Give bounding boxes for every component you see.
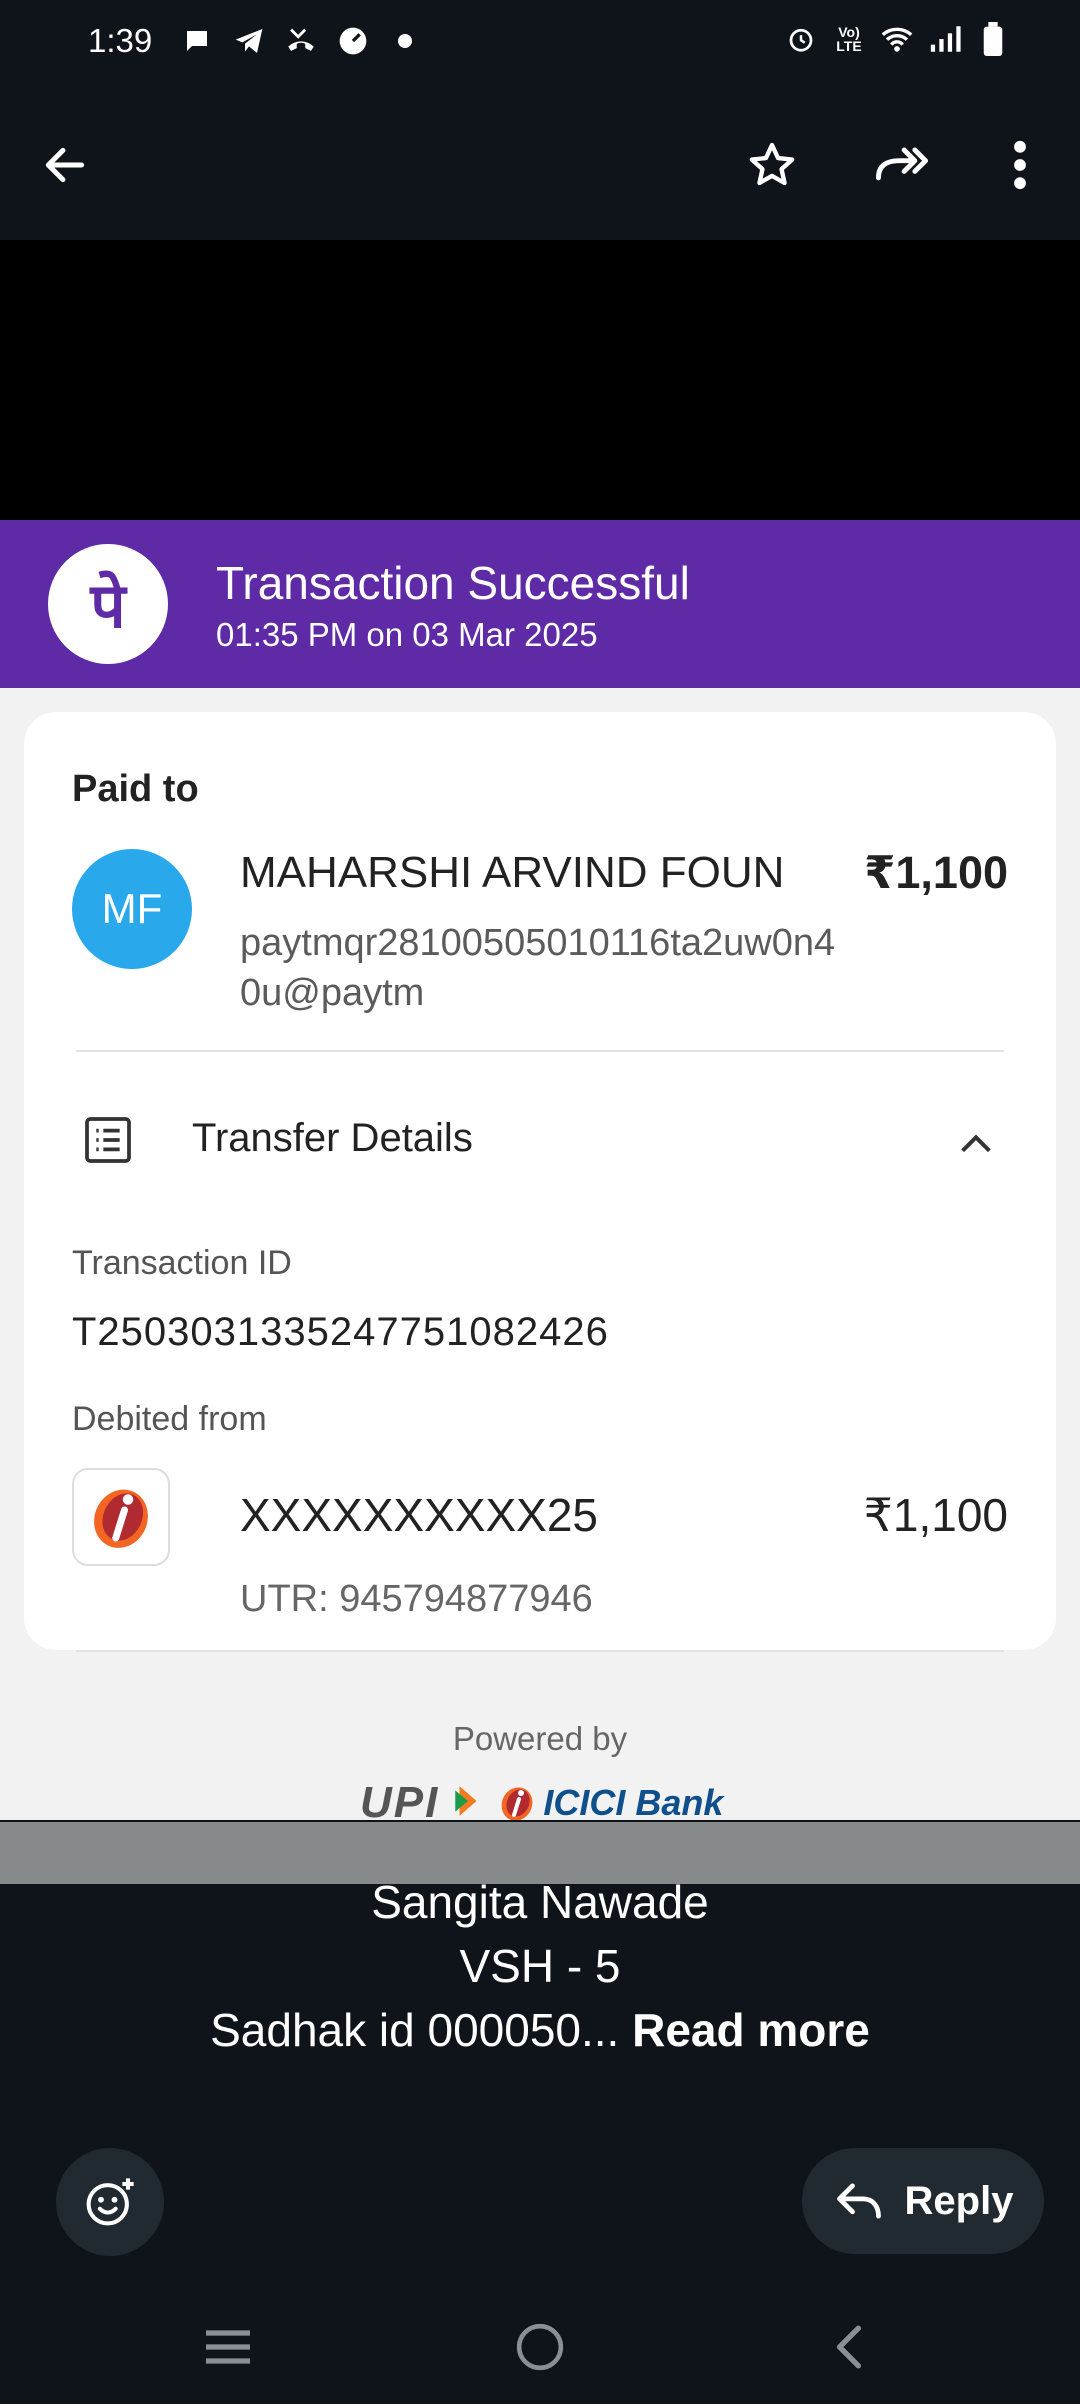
- debited-from-label: Debited from: [72, 1400, 267, 1438]
- upi-id: paytmqr28100505010116ta2uw0n40u@paytm: [240, 922, 836, 1014]
- wifi-icon: [880, 22, 914, 56]
- back-icon: [836, 2325, 862, 2369]
- home-icon: [516, 2323, 564, 2371]
- transaction-id-label: Transaction ID: [72, 1244, 292, 1282]
- account-number: XXXXXXXXXX25: [240, 1489, 598, 1541]
- utr-number: UTR: 945794877946: [240, 1578, 593, 1620]
- reply-button[interactable]: Reply: [802, 2148, 1044, 2254]
- recents-icon: [206, 2330, 250, 2364]
- speedometer-icon: [336, 24, 370, 58]
- transaction-header: पे Transaction Successful 01:35 PM on 03…: [0, 520, 1080, 688]
- status-time: 1:39: [88, 22, 153, 59]
- more-vert-icon: [1014, 140, 1026, 190]
- top-bar: [0, 88, 1080, 240]
- reply-label: Reply: [904, 2178, 1014, 2223]
- notification-icons: [180, 24, 422, 58]
- volte-icon: Vo) LTE: [836, 24, 862, 54]
- caption-line-2: VSH - 5: [459, 1940, 621, 1992]
- image-letterbox: [0, 240, 1080, 520]
- read-more-link[interactable]: Read more: [632, 2004, 870, 2056]
- divider: [76, 1050, 1004, 1052]
- chevron-up-icon: [956, 1124, 996, 1164]
- powered-by-label: Powered by: [452, 1720, 628, 1757]
- home-button[interactable]: [500, 2310, 580, 2384]
- recents-button[interactable]: [188, 2312, 268, 2382]
- arrow-left-icon: [45, 147, 85, 183]
- payment-card: Paid to MF MAHARSHI ARVIND FOUN ₹1,100 p…: [24, 712, 1056, 1650]
- system-icons: Vo) LTE: [784, 22, 1010, 56]
- upi-logo: UPI: [360, 1778, 440, 1820]
- alarm-icon: [784, 22, 818, 56]
- receipt-image[interactable]: पे Transaction Successful 01:35 PM on 03…: [0, 520, 1080, 1820]
- partner-logos: UPI ICICI Bank: [360, 1778, 723, 1820]
- dot-icon: [388, 24, 422, 58]
- icici-logo: ICICI Bank: [497, 1781, 723, 1820]
- battery-icon: [976, 22, 1010, 56]
- transaction-id: T2503031335247751082426: [72, 1310, 609, 1354]
- nav-back-button[interactable]: [810, 2312, 890, 2382]
- forward-all-icon: [875, 147, 929, 181]
- divider: [76, 1650, 1004, 1652]
- transfer-details-label: Transfer Details: [192, 1116, 473, 1160]
- signal-icon: [928, 22, 962, 56]
- upi-arrow-icon: [455, 1784, 481, 1821]
- status-title: Transaction Successful: [216, 557, 690, 609]
- forward-button[interactable]: [864, 128, 940, 202]
- chat-bubble-icon: [180, 24, 214, 58]
- caption-line-3-text: Sadhak id 000050...: [210, 2004, 620, 2056]
- icici-logo-text: ICICI Bank: [543, 1782, 724, 1820]
- avatar: MF: [72, 849, 192, 969]
- react-emoji-button[interactable]: [56, 2148, 164, 2256]
- debit-amount: ₹1,100: [863, 1489, 1008, 1541]
- icici-bank-icon: [72, 1468, 170, 1566]
- telegram-icon: [232, 24, 266, 58]
- add-reaction-icon: [86, 2178, 134, 2226]
- back-button[interactable]: [30, 130, 100, 200]
- star-button[interactable]: [735, 128, 809, 202]
- paid-amount: ₹1,100: [864, 847, 1008, 898]
- missed-call-icon: [284, 24, 318, 58]
- reply-icon: [836, 2183, 881, 2219]
- receipt-list-icon: [80, 1112, 136, 1168]
- message-caption[interactable]: Sangita Nawade VSH - 5 Sadhak id 000050.…: [0, 1870, 1080, 2062]
- phonepe-logo: पे: [48, 544, 168, 664]
- paid-to-label: Paid to: [72, 768, 199, 810]
- more-options-button[interactable]: [990, 128, 1050, 202]
- star-icon: [749, 142, 795, 186]
- status-time: 01:35 PM on 03 Mar 2025: [216, 616, 598, 653]
- system-nav-bar: [0, 2290, 1080, 2404]
- caption-line-3: Sadhak id 000050... Read more: [0, 1998, 1080, 2062]
- merchant-name: MAHARSHI ARVIND FOUN: [240, 848, 785, 897]
- status-bar: 1:39 Vo) LTE: [0, 0, 1080, 88]
- caption-line-1: Sangita Nawade: [371, 1876, 709, 1928]
